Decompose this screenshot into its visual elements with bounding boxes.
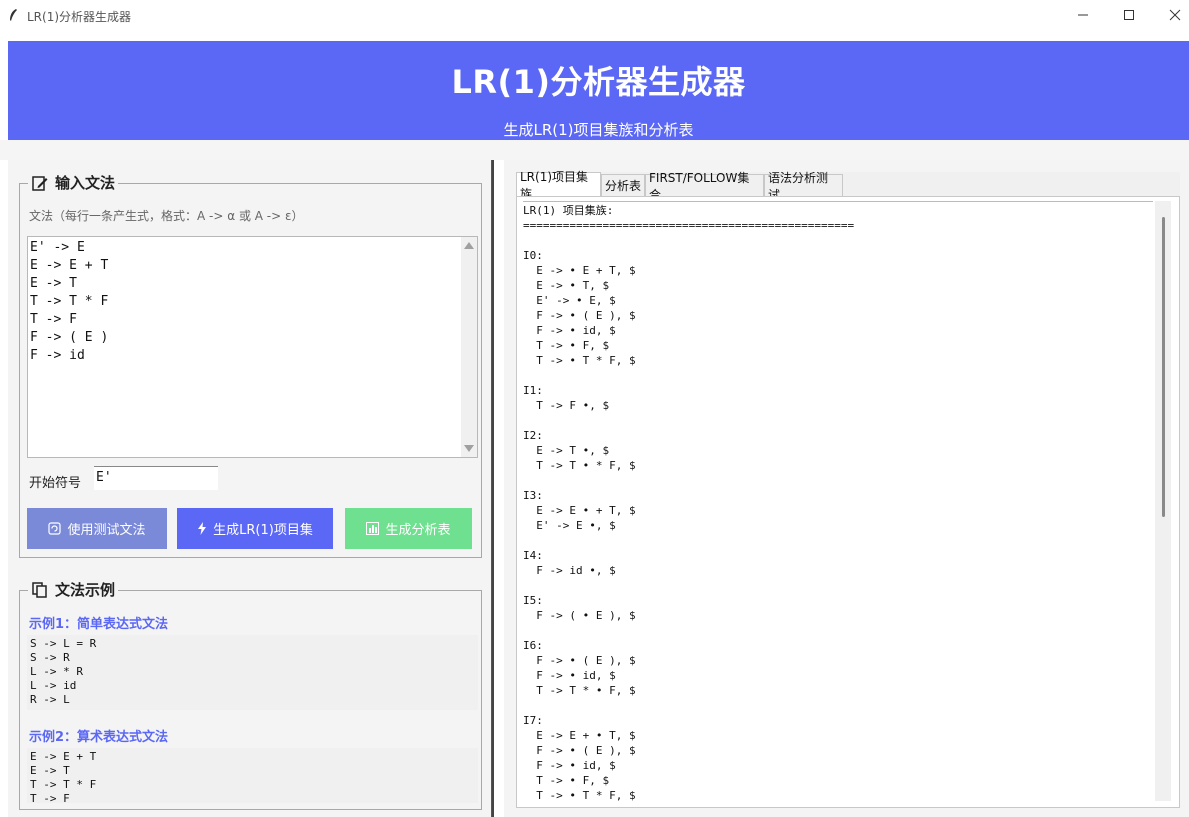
refresh-icon <box>48 522 62 535</box>
close-button[interactable] <box>1152 0 1189 30</box>
page-subtitle: 生成LR(1)项目集族和分析表 <box>503 121 694 139</box>
start-symbol-input[interactable]: E' <box>94 466 218 490</box>
tab-parse-table[interactable]: 分析表 <box>601 174 645 196</box>
examples-legend: 文法示例 <box>28 579 119 600</box>
grammar-text[interactable]: E' -> E E -> E + T E -> T T -> T * F T -… <box>30 239 108 365</box>
result-tabs: LR(1)项目集族 分析表 FIRST/FOLLOW集合 语法分析测试 <box>516 170 1180 202</box>
scroll-down-icon[interactable] <box>464 445 474 452</box>
left-pane: 输入文法 文法（每行一条产生式，格式：A -> α 或 A -> ε） E' -… <box>8 160 492 817</box>
header-banner: LR(1)分析器生成器 生成LR(1)项目集族和分析表 <box>8 41 1189 140</box>
scroll-up-icon[interactable] <box>464 242 474 249</box>
tab-lr1-items[interactable]: LR(1)项目集族 <box>516 170 601 201</box>
generate-table-button[interactable]: 生成分析表 <box>345 508 472 549</box>
feather-icon <box>10 9 17 21</box>
grammar-input-group: 输入文法 文法（每行一条产生式，格式：A -> α 或 A -> ε） E' -… <box>19 172 482 558</box>
right-pane: LR(1)项目集族 分析表 FIRST/FOLLOW集合 语法分析测试 LR(1… <box>504 160 1189 817</box>
window-title: LR(1)分析器生成器 <box>27 10 132 24</box>
output-scroll-thumb[interactable] <box>1162 217 1165 517</box>
maximize-button[interactable] <box>1106 0 1152 30</box>
header-spacer <box>0 140 1189 160</box>
grammar-scrollbar[interactable] <box>461 237 477 457</box>
window-titlebar: LR(1)分析器生成器 <box>0 0 1189 32</box>
output-scrollbar[interactable] <box>1155 201 1171 801</box>
grammar-legend: 输入文法 <box>28 172 119 193</box>
examples-legend-label: 文法示例 <box>55 581 116 599</box>
generate-items-label: 生成LR(1)项目集 <box>213 523 313 538</box>
example-2-title: 示例2：算术表达式文法 <box>29 730 169 745</box>
items-output-area[interactable]: LR(1) 项目集族: ============================… <box>516 196 1180 808</box>
start-symbol-label: 开始符号 <box>29 476 82 491</box>
tab-parse-test[interactable]: 语法分析测试 <box>764 171 843 202</box>
output-top-border <box>523 201 1153 202</box>
minimize-button[interactable] <box>1060 0 1106 30</box>
close-icon <box>1169 9 1181 21</box>
use-test-grammar-label: 使用测试文法 <box>67 523 146 538</box>
copy-icon <box>32 581 47 598</box>
generate-table-label: 生成分析表 <box>385 523 451 538</box>
generate-items-button[interactable]: 生成LR(1)项目集 <box>177 508 333 549</box>
examples-group: 文法示例 示例1：简单表达式文法 S -> L = R S -> R L -> … <box>19 579 482 810</box>
grammar-legend-label: 输入文法 <box>55 174 116 192</box>
grammar-hint: 文法（每行一条产生式，格式：A -> α 或 A -> ε） <box>29 209 304 223</box>
page-title: LR(1)分析器生成器 <box>451 63 746 101</box>
edit-icon <box>32 175 48 191</box>
bar-chart-icon <box>366 522 380 535</box>
use-test-grammar-button[interactable]: 使用测试文法 <box>27 508 167 549</box>
example-1-text: S -> L = R S -> R L -> * R L -> id R -> … <box>27 635 478 710</box>
pane-divider[interactable] <box>492 160 504 817</box>
example-1-title: 示例1：简单表达式文法 <box>29 617 169 632</box>
items-output-text[interactable]: LR(1) 项目集族: ============================… <box>523 203 854 803</box>
lightning-icon <box>198 522 207 535</box>
example-2-text: E -> E + T E -> T T -> T * F T -> F <box>27 748 478 803</box>
tab-first-follow[interactable]: FIRST/FOLLOW集合 <box>645 171 764 202</box>
grammar-textarea[interactable]: E' -> E E -> E + T E -> T T -> T * F T -… <box>27 236 478 458</box>
minimize-icon <box>1078 14 1088 16</box>
maximize-icon <box>1124 10 1134 20</box>
